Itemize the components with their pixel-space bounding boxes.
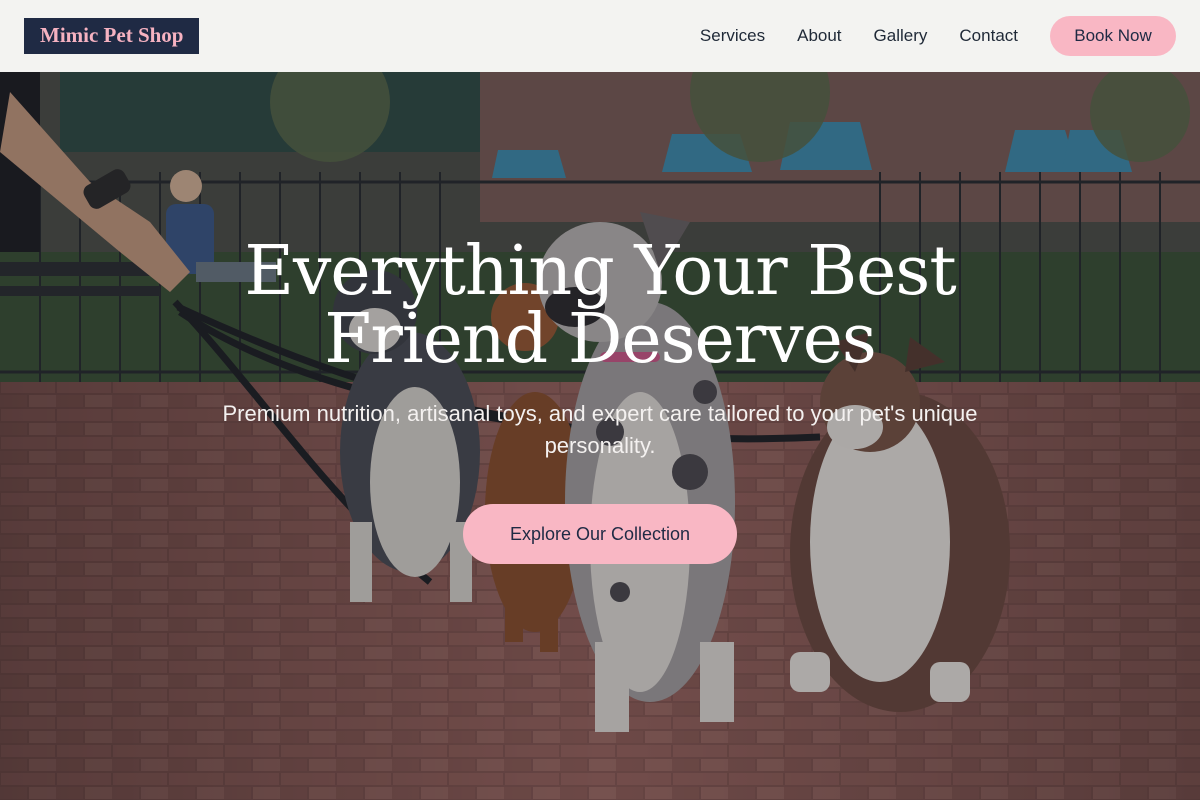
hero-content: Everything Your Best Friend Deserves Pre… — [0, 238, 1200, 564]
nav-link-gallery[interactable]: Gallery — [874, 26, 928, 46]
hero-headline: Everything Your Best Friend Deserves — [244, 232, 956, 379]
nav-link-contact[interactable]: Contact — [959, 26, 1018, 46]
hero-subtitle: Premium nutrition, artisanal toys, and e… — [222, 401, 978, 458]
nav-link-services[interactable]: Services — [700, 26, 765, 46]
book-now-button[interactable]: Book Now — [1050, 16, 1176, 56]
main-nav: Services About Gallery Contact Book Now — [700, 16, 1176, 56]
site-header: Mimic Pet Shop Services About Gallery Co… — [0, 0, 1200, 72]
explore-collection-button[interactable]: Explore Our Collection — [463, 504, 737, 564]
hero-section: Everything Your Best Friend Deserves Pre… — [0, 72, 1200, 800]
nav-link-about[interactable]: About — [797, 26, 841, 46]
site-logo[interactable]: Mimic Pet Shop — [24, 18, 200, 54]
